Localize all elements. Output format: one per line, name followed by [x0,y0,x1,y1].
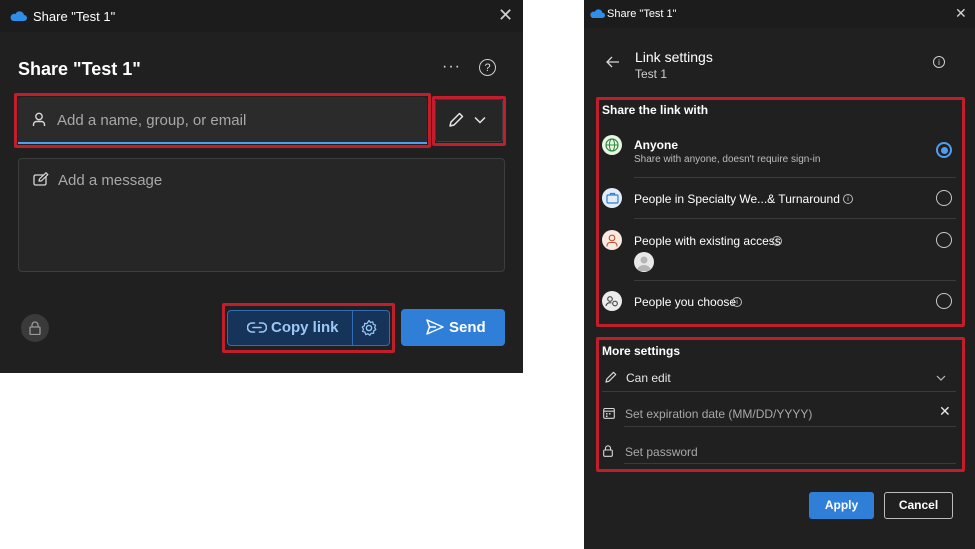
lock-icon[interactable] [21,314,49,342]
highlight-permission [432,96,506,146]
link-settings-dialog: Share "Test 1" ✕ Link settings Test 1 i … [584,0,975,549]
highlight-copy-link [222,303,395,353]
back-arrow-icon[interactable] [606,56,620,68]
settings-heading: Link settings [635,49,713,65]
info-icon[interactable]: i [933,56,945,68]
apply-label: Apply [824,498,859,512]
message-edit-icon [33,172,50,186]
highlight-share-section [596,97,965,327]
window-title: Share "Test 1" [607,8,677,20]
onedrive-icon [589,8,605,19]
title-bar: Share "Test 1" ✕ [0,0,523,32]
help-icon[interactable]: ? [479,59,496,76]
more-options-icon[interactable]: ··· [442,58,461,76]
highlight-more-settings [596,337,965,472]
title-bar: Share "Test 1" ✕ [584,0,975,28]
send-button[interactable]: Send [401,309,505,346]
message-input[interactable]: Add a message [18,158,505,272]
close-icon[interactable]: ✕ [498,6,513,24]
cancel-button[interactable]: Cancel [884,492,953,519]
dialog-heading: Share "Test 1" [18,59,141,79]
onedrive-icon [9,10,27,22]
send-icon [426,319,444,335]
apply-button[interactable]: Apply [809,492,874,519]
share-dialog: Share "Test 1" ✕ Share "Test 1" ··· ? Ad… [0,0,523,373]
highlight-recipient [14,93,431,148]
cancel-label: Cancel [898,498,939,512]
close-icon[interactable]: ✕ [955,6,967,20]
message-placeholder: Add a message [58,172,163,189]
window-title: Share "Test 1" [33,9,116,24]
send-label: Send [449,319,486,336]
settings-subheading: Test 1 [635,67,668,81]
